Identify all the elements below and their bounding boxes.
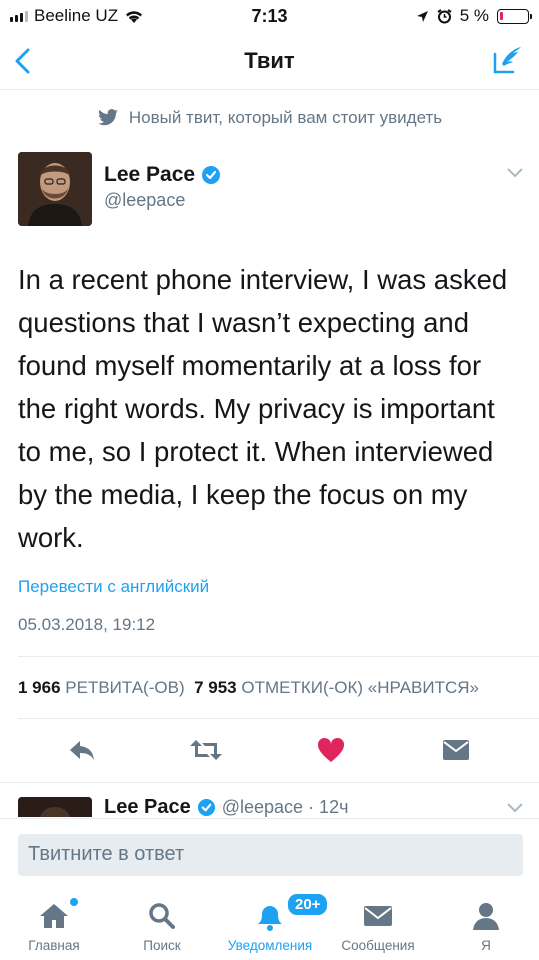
avatar[interactable] bbox=[18, 152, 92, 226]
heart-icon bbox=[317, 737, 345, 762]
like-button[interactable] bbox=[311, 730, 351, 770]
next-tweet-header[interactable]: Lee Pace @leepace · 12ч bbox=[104, 797, 348, 817]
new-content-dot bbox=[70, 898, 78, 906]
chevron-down-icon[interactable] bbox=[507, 803, 523, 813]
reply-icon bbox=[70, 741, 94, 760]
battery-percent: 5 % bbox=[459, 6, 489, 25]
author-name[interactable]: Lee Pace bbox=[104, 163, 195, 187]
verified-badge-icon bbox=[202, 166, 221, 184]
search-icon bbox=[149, 903, 175, 929]
tab-label: Уведомления bbox=[227, 938, 313, 953]
envelope-icon bbox=[443, 740, 469, 760]
context-text: Новый твит, который вам стоит увидеть bbox=[128, 108, 443, 127]
bell-icon bbox=[258, 906, 282, 931]
tweet-timestamp: 05.03.2018, 19:12 bbox=[18, 615, 156, 634]
dm-button[interactable] bbox=[436, 730, 476, 770]
avatar[interactable] bbox=[18, 797, 92, 817]
person-icon bbox=[473, 903, 499, 930]
reply-button[interactable] bbox=[62, 730, 102, 770]
like-count[interactable]: 7 953 bbox=[194, 678, 237, 697]
divider bbox=[18, 656, 539, 657]
tab-label: Я bbox=[481, 938, 491, 953]
chevron-down-icon[interactable] bbox=[507, 168, 523, 178]
home-icon bbox=[40, 904, 68, 928]
twitter-bird-icon bbox=[97, 109, 118, 126]
status-bar: Beeline UZ 7:13 5 % bbox=[0, 0, 539, 32]
retweet-count[interactable]: 1 966 bbox=[18, 678, 61, 697]
tab-me[interactable]: Я bbox=[432, 882, 539, 960]
retweet-button[interactable] bbox=[186, 730, 226, 770]
tweet-stats: 1 966 РЕТВИТА(-ОВ) 7 953 ОТМЕТКИ(-ОК) «Н… bbox=[18, 678, 479, 698]
tab-label: Главная bbox=[28, 938, 80, 953]
nav-bar: Твит bbox=[0, 32, 539, 90]
reply-input[interactable]: Твитните в ответ bbox=[18, 834, 523, 876]
verified-badge-icon bbox=[197, 798, 215, 816]
notification-badge: 20+ bbox=[286, 892, 330, 917]
author-handle[interactable]: @leepace bbox=[104, 190, 185, 211]
tab-search[interactable]: Поиск bbox=[108, 882, 216, 960]
tab-messages[interactable]: Сообщения bbox=[324, 882, 432, 960]
battery-icon bbox=[497, 8, 532, 24]
translate-link[interactable]: Перевести с английский bbox=[18, 577, 209, 597]
tab-label: Сообщения bbox=[341, 938, 415, 953]
avatar-image bbox=[18, 152, 92, 226]
reply-bar: Твитните в ответ bbox=[0, 818, 539, 882]
author-name[interactable]: Lee Pace bbox=[104, 797, 191, 817]
page-title: Твит bbox=[244, 48, 295, 73]
tab-home[interactable]: Главная bbox=[0, 882, 108, 960]
tab-label: Поиск bbox=[143, 938, 181, 953]
retweet-icon bbox=[190, 740, 222, 760]
author-name-row[interactable]: Lee Pace bbox=[104, 163, 221, 187]
alarm-icon bbox=[437, 8, 452, 23]
location-icon bbox=[416, 10, 428, 22]
divider bbox=[0, 782, 539, 783]
compose-icon[interactable] bbox=[491, 44, 525, 78]
context-line: Новый твит, который вам стоит увидеть bbox=[0, 108, 539, 128]
envelope-icon bbox=[364, 906, 392, 926]
tab-bar: Главная Поиск 20+ Уведомления Сообщения … bbox=[0, 882, 539, 960]
status-right: 5 % bbox=[416, 6, 532, 26]
next-tweet-meta: @leepace · 12ч bbox=[221, 797, 349, 817]
retweet-label[interactable]: РЕТВИТА(-ОВ) bbox=[65, 678, 184, 697]
divider bbox=[18, 718, 539, 719]
like-label[interactable]: ОТМЕТКИ(-ОК) «НРАВИТСЯ» bbox=[241, 678, 479, 697]
tweet-text: In a recent phone interview, I was asked… bbox=[18, 264, 508, 553]
tweet-actions bbox=[0, 730, 539, 770]
tab-notifications[interactable]: 20+ Уведомления bbox=[216, 882, 330, 960]
